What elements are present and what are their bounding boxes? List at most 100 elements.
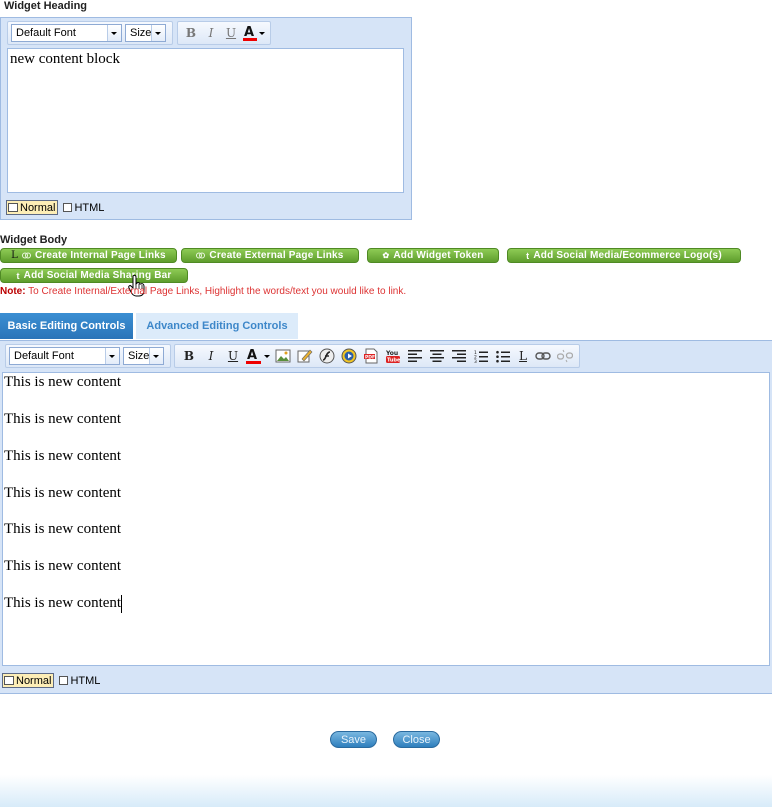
heading-format-group: B I U A (177, 21, 271, 45)
link-icon (196, 252, 206, 259)
note-label: Note: (0, 286, 26, 297)
body-content-area[interactable]: This is new content This is new content … (2, 372, 770, 666)
underline-icon[interactable]: U (221, 23, 241, 43)
tab-basic-editing[interactable]: Basic Editing Controls (0, 313, 133, 339)
note-text: To Create Internal/External Page Links, … (25, 286, 407, 297)
italic-icon[interactable]: I (201, 23, 221, 43)
link-icon[interactable] (532, 346, 554, 366)
add-social-logos-label: Add Social Media/Ecommerce Logo(s) (533, 250, 722, 261)
heading-size-select[interactable]: Size (125, 24, 166, 42)
body-toolbar: Default Font Size B I U A PDF You Tube 1… (0, 341, 772, 371)
footer-gradient (0, 775, 772, 807)
body-normal-label: Normal (16, 674, 52, 687)
create-external-links-button[interactable]: Create External Page Links (181, 248, 359, 263)
heading-font-group: Default Font Size (7, 21, 173, 45)
add-widget-token-button[interactable]: ✿ Add Widget Token (367, 248, 499, 263)
chevron-down-icon (107, 25, 121, 41)
edit-image-icon[interactable] (294, 346, 316, 366)
body-editor: Default Font Size B I U A PDF You Tube 1… (0, 340, 772, 694)
align-center-icon[interactable] (426, 346, 448, 366)
ordered-list-icon[interactable]: 123 (470, 346, 492, 366)
chevron-down-icon (105, 348, 119, 364)
body-font-group: Default Font Size (5, 344, 171, 368)
body-size-select[interactable]: Size (123, 347, 164, 365)
save-button[interactable]: Save (330, 731, 377, 748)
add-social-logos-button[interactable]: t Add Social Media/Ecommerce Logo(s) (507, 248, 741, 263)
heading-content-text: new content block (10, 51, 120, 67)
widget-body-title: Widget Body (0, 234, 68, 246)
create-internal-links-button[interactable]: L Create Internal Page Links (0, 248, 177, 263)
link-icon (22, 252, 32, 259)
content-line: This is new content (4, 521, 122, 537)
twitter-icon: t (16, 270, 20, 281)
bullet-list-icon[interactable] (492, 346, 514, 366)
twitter-icon: t (526, 250, 530, 261)
heading-normal-mode-button[interactable]: Normal (6, 200, 59, 215)
unlink-icon[interactable] (554, 346, 576, 366)
heading-size-select-value: Size (130, 27, 152, 39)
font-color-icon[interactable]: A (244, 346, 272, 366)
heading-normal-label: Normal (20, 201, 56, 214)
content-line: This is new content (4, 411, 122, 427)
body-normal-mode-button[interactable]: Normal (2, 673, 55, 688)
last-content-line-row: This is new content (4, 595, 768, 613)
align-left-icon[interactable] (404, 346, 426, 366)
youtube-icon[interactable]: You Tube (382, 346, 404, 366)
bold-icon[interactable]: B (181, 23, 201, 43)
heading-toolbar: Default Font Size B I U A (1, 18, 411, 48)
font-color-icon[interactable]: A (241, 23, 267, 43)
content-line: This is new content (4, 448, 122, 464)
widget-heading-title: Widget Heading (4, 0, 88, 12)
body-html-mode-button[interactable]: HTML (58, 673, 102, 688)
html-mode-icon (59, 676, 69, 685)
insert-image-icon[interactable] (272, 346, 294, 366)
chevron-down-icon (149, 348, 163, 364)
html-mode-icon (63, 203, 73, 212)
media-play-icon[interactable] (338, 346, 360, 366)
bold-icon[interactable]: B (178, 346, 200, 366)
tab-advanced-editing[interactable]: Advanced Editing Controls (136, 313, 298, 339)
content-line: This is new content (4, 558, 122, 574)
svg-text:Tube: Tube (387, 358, 401, 364)
heading-content-area[interactable]: new content block (7, 48, 404, 193)
svg-text:You: You (385, 350, 398, 357)
body-font-select-value: Default Font (14, 350, 74, 362)
flash-icon[interactable] (316, 346, 338, 366)
chevron-down-icon (151, 25, 165, 41)
content-line: This is new content (4, 485, 122, 501)
normal-mode-icon (8, 203, 18, 212)
svg-text:A: A (244, 25, 254, 40)
link-instructions-note: Note: To Create Internal/External Page L… (0, 286, 406, 297)
heading-font-select[interactable]: Default Font (11, 24, 122, 42)
content-line: This is new content (4, 374, 122, 390)
body-format-group: B I U A PDF You Tube 1 2 3 L (174, 344, 580, 368)
heading-html-mode-button[interactable]: HTML (62, 200, 106, 215)
align-right-icon[interactable] (448, 346, 470, 366)
link-text-icon: L (11, 250, 19, 261)
body-size-select-value: Size (128, 350, 150, 362)
body-font-select[interactable]: Default Font (9, 347, 120, 365)
heading-font-select-value: Default Font (16, 27, 76, 39)
close-button[interactable]: Close (393, 731, 440, 748)
gear-icon: ✿ (382, 251, 390, 260)
add-sharing-bar-label: Add Social Media Sharing Bar (23, 270, 172, 281)
add-sharing-bar-button[interactable]: t Add Social Media Sharing Bar (0, 268, 188, 283)
text-caret (121, 595, 123, 613)
body-html-label: HTML (70, 674, 101, 687)
svg-text:A: A (247, 348, 257, 363)
add-widget-token-label: Add Widget Token (393, 250, 484, 261)
create-internal-links-label: Create Internal Page Links (35, 250, 166, 261)
create-external-links-label: Create External Page Links (209, 250, 344, 261)
heading-html-label: HTML (74, 201, 105, 214)
svg-text:3: 3 (474, 359, 477, 363)
italic-icon[interactable]: I (200, 346, 222, 366)
heading-mode-bar: Normal HTML (6, 200, 106, 215)
heading-editor: Default Font Size B I U A new content bl… (0, 17, 412, 220)
underline-icon[interactable]: U (222, 346, 244, 366)
content-line: This is new content (4, 595, 122, 611)
normal-mode-icon (4, 676, 14, 685)
svg-text:PDF: PDF (365, 355, 375, 361)
body-mode-bar: Normal HTML (2, 673, 102, 688)
pdf-icon[interactable]: PDF (360, 346, 382, 366)
internal-link-icon[interactable]: L (514, 346, 532, 366)
